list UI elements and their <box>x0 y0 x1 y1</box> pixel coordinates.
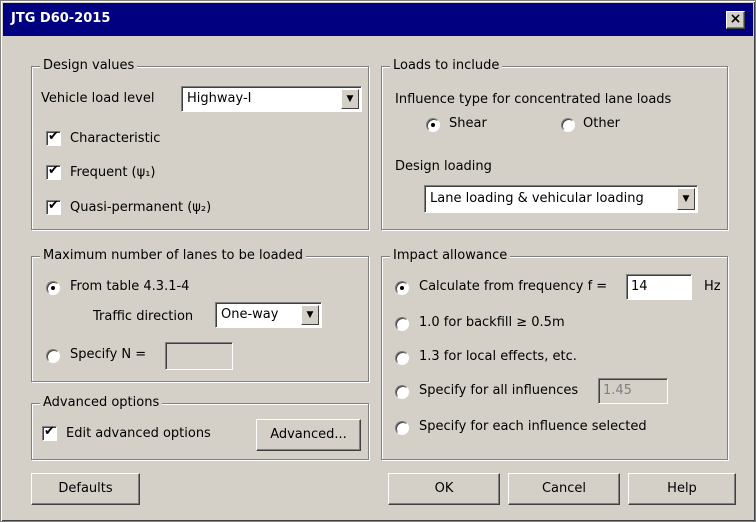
design-values-legend: Design values <box>40 58 138 73</box>
calc-frequency-label: Calculate from frequency f = <box>419 279 608 294</box>
lanes-group: Maximum number of lanes to be loaded Fro… <box>31 248 369 382</box>
design-values-group: Design values Vehicle load level Highway… <box>31 58 369 230</box>
defaults-button[interactable]: Defaults <box>31 473 140 505</box>
chevron-down-icon[interactable]: ▼ <box>677 188 695 210</box>
close-button[interactable]: × <box>726 11 745 29</box>
vehicle-load-select[interactable]: Highway-I ▼ <box>181 86 362 112</box>
close-icon: × <box>729 11 742 27</box>
edit-advanced-label: Edit advanced options <box>66 426 211 441</box>
frequency-input[interactable]: 14 <box>626 274 692 300</box>
local-effects-label: 1.3 for local effects, etc. <box>419 349 577 364</box>
quasi-permanent-label: Quasi-permanent (ψ₂) <box>70 200 212 215</box>
backfill-radio[interactable] <box>395 317 409 331</box>
traffic-direction-value: One-way <box>221 307 279 322</box>
impact-legend: Impact allowance <box>390 248 511 263</box>
characteristic-checkbox[interactable] <box>46 129 61 146</box>
cancel-button[interactable]: Cancel <box>508 473 620 505</box>
quasi-permanent-checkbox[interactable] <box>46 198 61 215</box>
characteristic-label: Characteristic <box>70 131 161 146</box>
help-button[interactable]: Help <box>628 473 736 505</box>
vehicle-load-label: Vehicle load level <box>41 91 155 106</box>
shear-label: Shear <box>449 116 487 131</box>
loads-group: Loads to include Influence type for conc… <box>381 58 728 230</box>
advanced-group: Advanced options Edit advanced options A… <box>31 395 369 460</box>
specify-n-radio[interactable] <box>46 349 60 363</box>
specify-n-input[interactable] <box>165 342 233 370</box>
from-table-label: From table 4.3.1-4 <box>70 279 190 294</box>
dialog-window: JTG D60-2015 × Design values Vehicle loa… <box>0 0 756 522</box>
vehicle-load-value: Highway-I <box>187 91 252 106</box>
influence-type-label: Influence type for concentrated lane loa… <box>395 92 672 107</box>
frequent-checkbox[interactable] <box>46 163 61 180</box>
advanced-button[interactable]: Advanced... <box>256 419 361 451</box>
other-label: Other <box>583 116 620 131</box>
window-title: JTG D60-2015 <box>11 11 111 26</box>
design-loading-select[interactable]: Lane loading & vehicular loading ▼ <box>424 185 698 213</box>
shear-radio[interactable] <box>426 118 440 132</box>
chevron-down-icon[interactable]: ▼ <box>301 305 319 325</box>
specify-n-label: Specify N = <box>70 347 147 362</box>
design-loading-value: Lane loading & vehicular loading <box>430 191 644 206</box>
title-bar[interactable]: JTG D60-2015 × <box>3 3 753 36</box>
frequent-label: Frequent (ψ₁) <box>70 165 156 180</box>
loads-legend: Loads to include <box>390 58 503 73</box>
advanced-legend: Advanced options <box>40 395 163 410</box>
impact-group: Impact allowance Calculate from frequenc… <box>381 248 728 460</box>
lanes-legend: Maximum number of lanes to be loaded <box>40 248 307 263</box>
all-influences-label: Specify for all influences <box>419 383 579 398</box>
local-effects-radio[interactable] <box>395 351 409 365</box>
each-influence-radio[interactable] <box>395 421 409 435</box>
chevron-down-icon[interactable]: ▼ <box>341 89 359 109</box>
calc-frequency-radio[interactable] <box>395 281 409 295</box>
other-radio[interactable] <box>561 118 575 132</box>
traffic-direction-label: Traffic direction <box>93 309 194 324</box>
all-influences-radio[interactable] <box>395 385 409 399</box>
frequency-unit: Hz <box>704 279 721 294</box>
ok-button[interactable]: OK <box>388 473 500 505</box>
backfill-label: 1.0 for backfill ≥ 0.5m <box>419 315 565 330</box>
traffic-direction-select[interactable]: One-way ▼ <box>215 302 322 328</box>
edit-advanced-checkbox[interactable] <box>42 424 57 441</box>
each-influence-label: Specify for each influence selected <box>419 419 647 434</box>
design-loading-label: Design loading <box>395 159 492 174</box>
from-table-radio[interactable] <box>46 281 60 295</box>
all-influences-input[interactable]: 1.45 <box>598 378 668 404</box>
